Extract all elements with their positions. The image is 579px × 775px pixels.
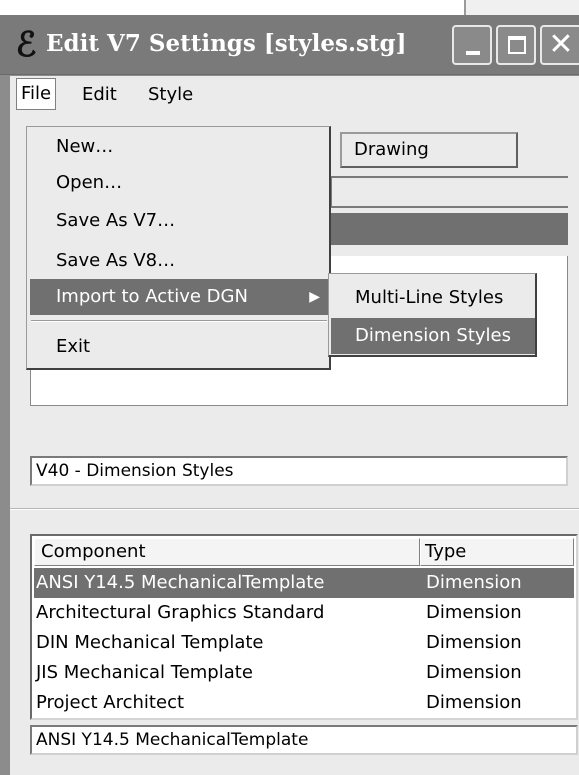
submenu-item-dimension-styles[interactable]: Dimension Styles	[331, 318, 535, 354]
menu-file[interactable]: File	[16, 78, 57, 110]
app-logo-icon: ℰ	[15, 25, 37, 65]
title-bar[interactable]: ℰ Edit V7 Settings [styles.stg] ✕	[0, 15, 579, 75]
column-header-component[interactable]: Component	[34, 538, 420, 566]
component-name: DIN Mechanical Template	[36, 632, 264, 653]
table-row[interactable]: Architectural Graphics Standard Dimensio…	[34, 598, 574, 628]
menu-item-new[interactable]: New…	[30, 129, 328, 165]
menu-item-import-to-active-dgn[interactable]: Import to Active DGN ▶	[30, 279, 328, 315]
minimize-button[interactable]	[452, 25, 492, 65]
menu-item-label: Import to Active DGN	[56, 286, 248, 307]
component-type: Dimension	[426, 572, 522, 593]
menu-item-save-as-v8[interactable]: Save As V8…	[30, 243, 328, 279]
maximize-button[interactable]	[496, 25, 536, 65]
import-submenu: Multi-Line Styles Dimension Styles	[328, 273, 537, 357]
component-type: Dimension	[426, 692, 522, 713]
component-type: Dimension	[426, 662, 522, 683]
menu-item-exit[interactable]: Exit	[30, 329, 328, 365]
component-type: Dimension	[426, 632, 522, 653]
drawing-button[interactable]: Drawing	[340, 132, 518, 168]
background-frame	[0, 0, 579, 16]
edit-settings-window: ℰ Edit V7 Settings [styles.stg] ✕ File E…	[0, 15, 579, 775]
component-type: Dimension	[426, 602, 522, 623]
menu-edit[interactable]: Edit	[78, 80, 121, 110]
close-icon: ✕	[548, 27, 574, 62]
submenu-item-multi-line-styles[interactable]: Multi-Line Styles	[331, 280, 535, 316]
menu-separator	[31, 320, 327, 322]
component-name: JIS Mechanical Template	[36, 662, 253, 683]
table-row[interactable]: JIS Mechanical Template Dimension	[34, 658, 574, 688]
column-header-type[interactable]: Type	[420, 538, 574, 566]
window-title: Edit V7 Settings [styles.stg]	[46, 30, 407, 57]
style-field[interactable]	[330, 176, 568, 208]
menu-item-save-as-v7[interactable]: Save As V7…	[30, 203, 328, 239]
background-window-edge	[464, 0, 579, 16]
table-row[interactable]: DIN Mechanical Template Dimension	[34, 628, 574, 658]
component-name: ANSI Y14.5 MechanicalTemplate	[36, 572, 325, 593]
file-dropdown-menu: New… Open… Save As V7… Save As V8… Impor…	[26, 126, 331, 370]
components-list[interactable]: Component Type ANSI Y14.5 MechanicalTemp…	[30, 534, 578, 720]
section-divider	[10, 508, 579, 510]
menu-item-open[interactable]: Open…	[30, 165, 328, 201]
component-name-field[interactable]: ANSI Y14.5 MechanicalTemplate	[30, 725, 578, 755]
maximize-icon	[508, 36, 526, 54]
menu-bar: File Edit Style	[10, 76, 579, 112]
component-name: Architectural Graphics Standard	[36, 602, 325, 623]
menu-style[interactable]: Style	[144, 80, 197, 110]
close-button[interactable]: ✕	[540, 25, 579, 65]
submenu-arrow-icon: ▶	[309, 289, 320, 305]
list-header: Component Type	[34, 538, 574, 566]
minimize-icon	[466, 51, 480, 55]
component-name: Project Architect	[36, 692, 185, 713]
category-name-field[interactable]: V40 - Dimension Styles	[30, 456, 568, 486]
selected-category-row[interactable]	[330, 213, 568, 245]
table-row[interactable]: Project Architect Dimension	[34, 688, 574, 718]
table-row[interactable]: ANSI Y14.5 MechanicalTemplate Dimension	[34, 568, 574, 598]
